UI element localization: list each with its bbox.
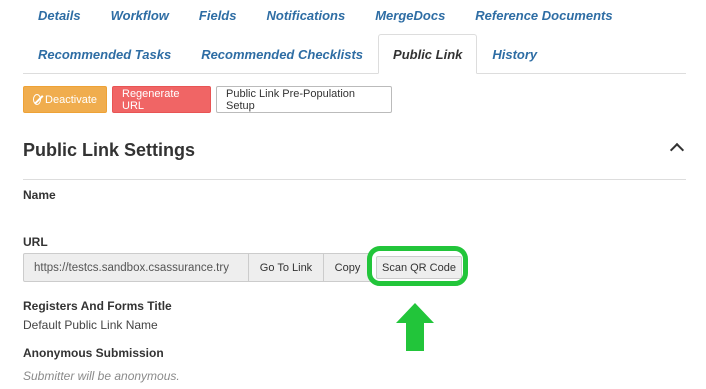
ban-icon xyxy=(33,94,42,105)
arrow-up-icon xyxy=(396,303,434,351)
chevron-up-icon[interactable] xyxy=(669,142,685,158)
name-label: Name xyxy=(23,188,56,202)
url-label: URL xyxy=(23,235,48,249)
deactivate-button[interactable]: Deactivate xyxy=(23,86,107,113)
tab-reference-documents[interactable]: Reference Documents xyxy=(460,0,627,30)
anonymous-label: Anonymous Submission xyxy=(23,346,164,360)
section-divider xyxy=(23,179,686,180)
copy-button[interactable]: Copy xyxy=(324,253,372,282)
tabs-row-primary: Details Workflow Fields Notifications Me… xyxy=(23,0,686,30)
tab-public-link[interactable]: Public Link xyxy=(378,34,478,74)
tabs-row-secondary: Recommended Tasks Recommended Checklists… xyxy=(23,34,686,74)
action-buttons: Deactivate Regenerate URL Public Link Pr… xyxy=(23,86,392,113)
registers-value: Default Public Link Name xyxy=(23,318,158,332)
tab-recommended-tasks[interactable]: Recommended Tasks xyxy=(23,35,186,73)
tab-fields[interactable]: Fields xyxy=(184,0,252,30)
anonymous-value: Submitter will be anonymous. xyxy=(23,369,180,383)
tab-workflow[interactable]: Workflow xyxy=(96,0,184,30)
section-title: Public Link Settings xyxy=(23,140,196,160)
highlight-outline xyxy=(367,246,468,286)
url-input-group: Go To Link Copy xyxy=(23,253,372,282)
tab-mergedocs[interactable]: MergeDocs xyxy=(360,0,460,30)
tab-notifications[interactable]: Notifications xyxy=(251,0,360,30)
regenerate-url-button[interactable]: Regenerate URL xyxy=(112,86,211,113)
tab-history[interactable]: History xyxy=(477,35,552,73)
url-field[interactable] xyxy=(23,253,249,282)
prepopulation-setup-button[interactable]: Public Link Pre-Population Setup xyxy=(216,86,392,113)
go-to-link-button[interactable]: Go To Link xyxy=(249,253,324,282)
deactivate-label: Deactivate xyxy=(45,93,97,106)
registers-label: Registers And Forms Title xyxy=(23,299,172,313)
tab-recommended-checklists[interactable]: Recommended Checklists xyxy=(186,35,378,73)
tab-details[interactable]: Details xyxy=(23,0,96,30)
